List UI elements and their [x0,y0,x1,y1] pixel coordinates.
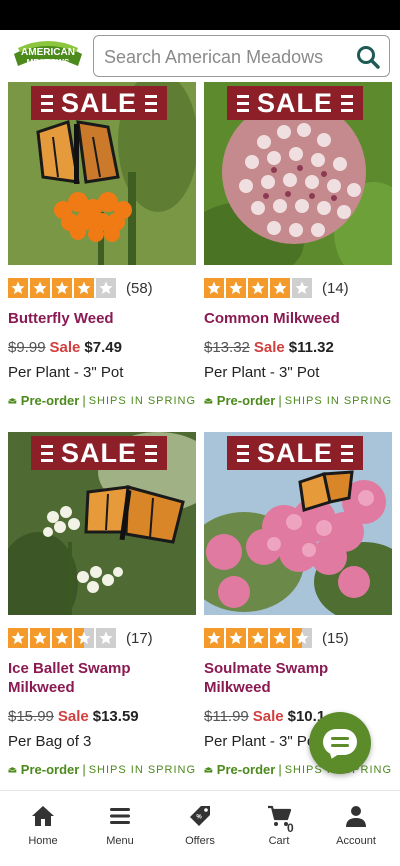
sale-banner: SALE [227,436,363,470]
tag-icon: % [190,806,210,826]
unit-size: Per Plant - 3" Pot [8,364,124,381]
american-meadows-logo[interactable]: AMERICAN MEADOWS [12,38,84,72]
price: $9.99 Sale $7.49 [8,338,196,358]
product-name[interactable]: Ice Ballet Swamp Milkweed [8,659,196,697]
original-price: $15.99 [8,708,54,725]
truck-icon [8,397,17,403]
cart-count-badge: 0 [287,821,294,835]
star-full-icon [204,278,224,298]
review-count[interactable]: (14) [322,280,349,297]
tab-offers[interactable]: % Offers [160,803,240,847]
star-full-icon [270,628,290,648]
svg-text:%: % [196,815,202,821]
sale-price: $11.32 [288,339,334,356]
menu-icon [110,808,130,824]
sale-label: Sale [252,708,284,725]
star-full-icon [248,628,268,648]
star-empty-icon [96,628,116,648]
sale-banner: SALE [31,86,167,120]
star-full-icon [74,278,94,298]
star-full-icon [8,628,28,648]
rating-stars[interactable]: (14) [204,277,392,299]
preorder-info: Pre-order|SHIPS IN SPRING [204,762,392,777]
product-card[interactable]: SALE (14) Common Milkweed $13.32 Sale $11.… [204,82,392,408]
product-image-butterfly-weed[interactable]: SALE [8,82,196,265]
chat-button[interactable] [309,712,371,774]
search-input[interactable] [104,45,344,69]
home-icon [32,806,54,826]
tab-home[interactable]: Home [3,803,83,847]
star-full-icon [30,278,50,298]
star-full-icon [30,628,50,648]
review-count[interactable]: (58) [126,280,153,297]
original-price: $9.99 [8,339,46,356]
price: $15.99 Sale $13.59 [8,707,196,727]
rating-stars[interactable]: (58) [8,277,196,299]
truck-icon [204,766,213,772]
price: $13.32 Sale $11.32 [204,338,392,358]
sale-banner: SALE [227,86,363,120]
preorder-info: Pre-order|SHIPS IN SPRING [8,762,196,777]
unit-size: Per Bag of 3 [8,733,92,750]
tab-menu[interactable]: Menu [80,803,160,847]
product-name[interactable]: Butterfly Weed [8,309,196,328]
status-bar [0,0,400,30]
star-half-icon [292,628,312,648]
star-full-icon [248,278,268,298]
tab-account[interactable]: Account [316,803,396,847]
preorder-info: Pre-order|SHIPS IN SPRING [204,393,392,408]
product-name[interactable]: Soulmate Swamp Milkweed [204,659,392,697]
chat-line [331,744,349,747]
star-half-icon [74,628,94,648]
svg-text:AMERICAN: AMERICAN [21,47,75,58]
product-card[interactable]: SALE (58) Butterfly Weed $9.99 Sale $7.49 … [8,82,196,408]
star-full-icon [204,628,224,648]
sale-price: $13.59 [92,708,139,725]
original-price: $13.32 [204,339,250,356]
original-price: $11.99 [204,708,249,725]
svg-text:MEADOWS: MEADOWS [27,58,70,67]
truck-icon [8,766,17,772]
tab-cart[interactable]: 0 Cart [239,803,319,847]
rating-stars[interactable]: (17) [8,627,196,649]
sale-label: Sale [253,339,285,356]
sale-label: Sale [49,339,81,356]
search-icon[interactable] [355,44,381,70]
chat-line [331,737,349,740]
review-count[interactable]: (15) [322,630,349,647]
star-full-icon [226,628,246,648]
star-full-icon [226,278,246,298]
star-full-icon [52,628,72,648]
product-grid: SALE (58) Butterfly Weed $9.99 Sale $7.49 … [0,82,400,785]
unit-size: Per Plant - 3" Pot [204,364,320,381]
star-empty-icon [292,278,312,298]
star-full-icon [270,278,290,298]
product-name[interactable]: Common Milkweed [204,309,392,328]
product-image-soulmate-swamp-milkweed[interactable]: SALE [204,432,392,615]
preorder-info: Pre-order|SHIPS IN SPRING [8,393,196,408]
rating-stars[interactable]: (15) [204,627,392,649]
header: AMERICAN MEADOWS [0,30,400,82]
sale-price: $7.49 [84,339,122,356]
product-image-common-milkweed[interactable]: SALE [204,82,392,265]
sale-banner: SALE [31,436,167,470]
truck-icon [204,397,213,403]
star-full-icon [52,278,72,298]
product-image-ice-ballet-swamp-milkweed[interactable]: SALE [8,432,196,615]
account-icon [346,806,366,827]
sale-label: Sale [57,708,89,725]
search-bar [93,35,390,77]
bottom-tab-bar: Home Menu % Offers 0 Cart Account [0,790,400,866]
star-full-icon [8,278,28,298]
product-card[interactable]: SALE (17) Ice Ballet Swamp Milkweed $15.… [8,432,196,777]
review-count[interactable]: (17) [126,630,153,647]
star-empty-icon [96,278,116,298]
